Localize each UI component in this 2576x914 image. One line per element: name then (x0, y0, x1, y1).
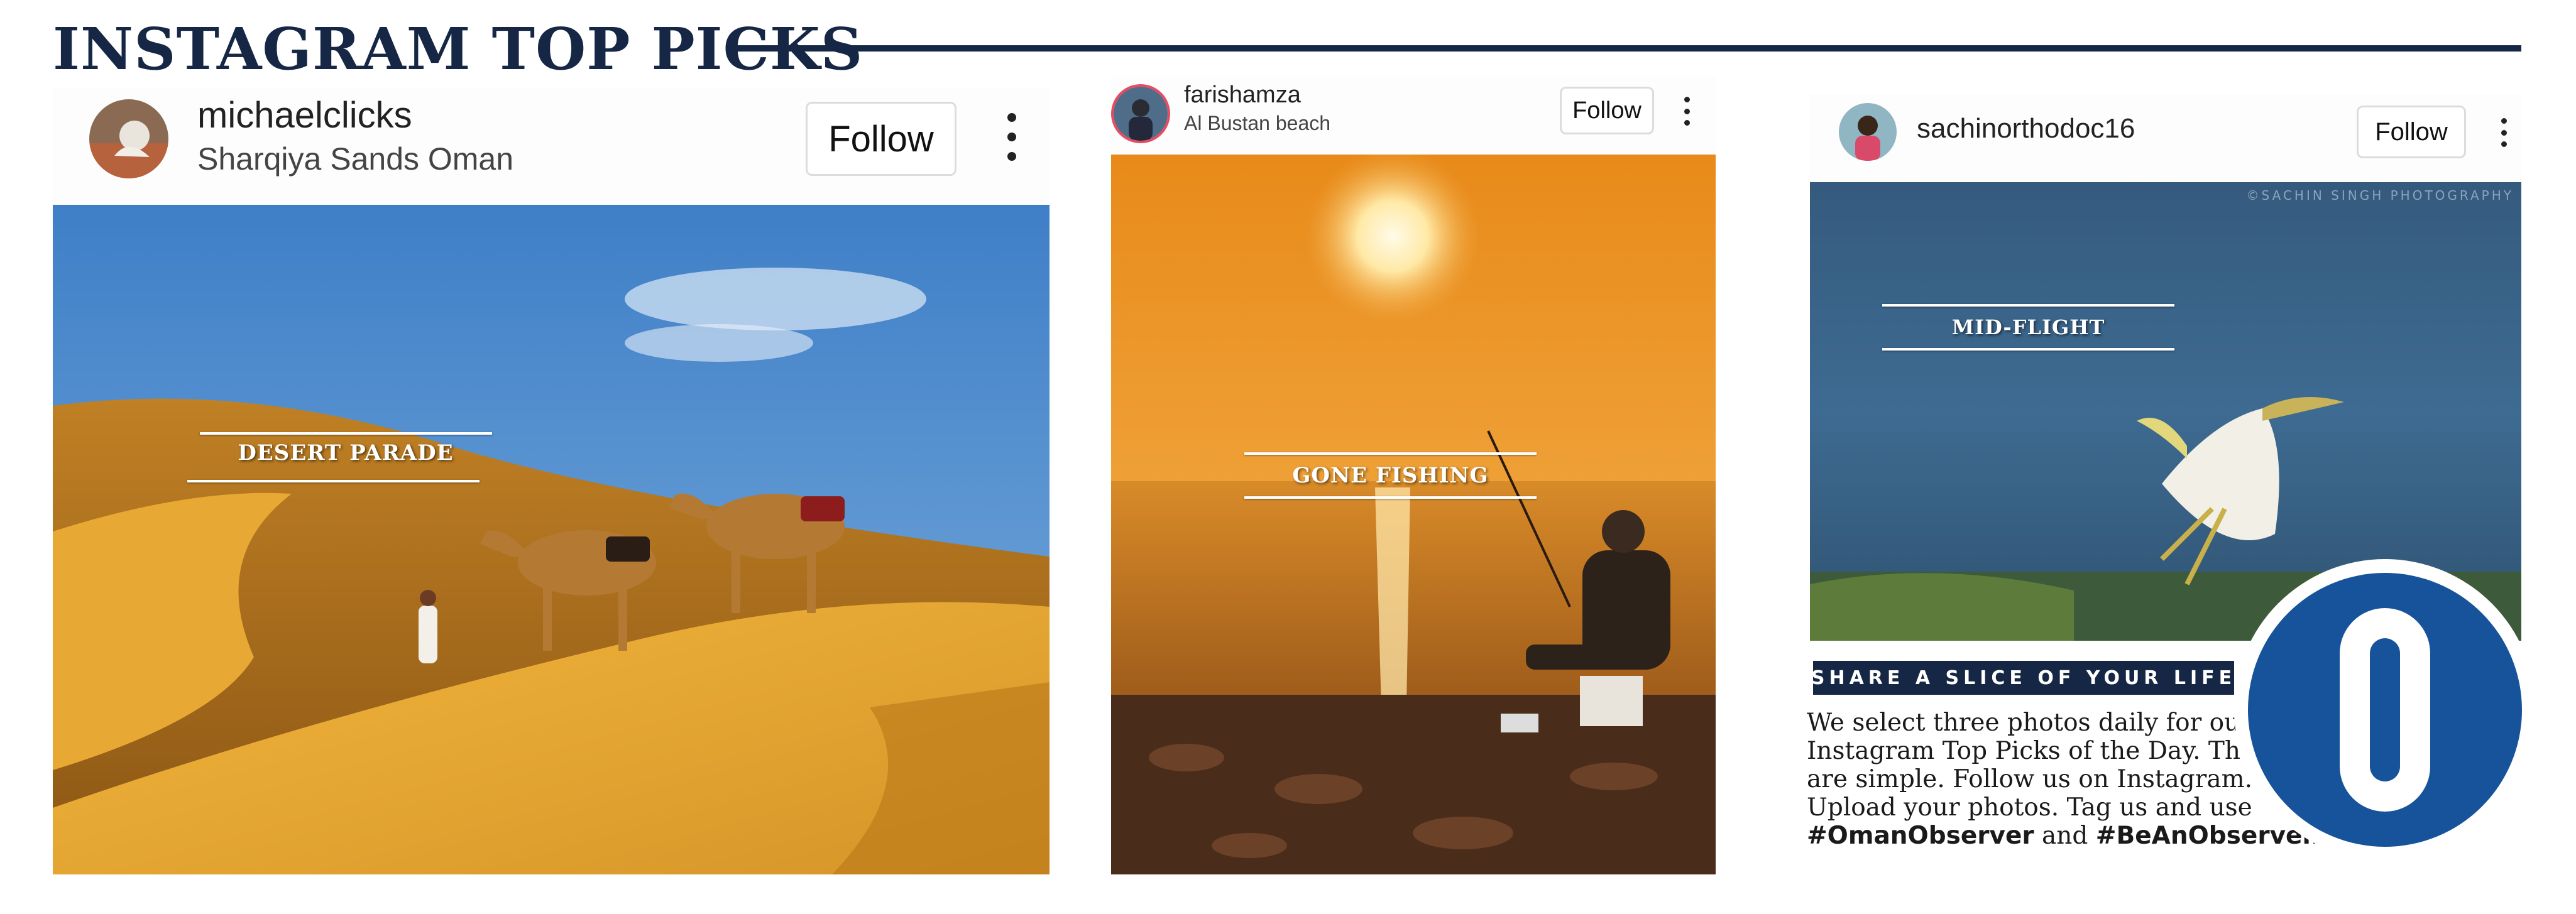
post-header-3: sachinorthodoc16 Follow (1809, 94, 2521, 182)
follow-button[interactable]: Follow (2357, 106, 2466, 158)
avatar-image (89, 99, 168, 178)
avatar-image (1114, 87, 1168, 141)
avatar[interactable] (89, 99, 168, 178)
location[interactable]: Al Bustan beach (1184, 112, 1330, 135)
oman-observer-logo-icon (2228, 553, 2542, 867)
location[interactable]: Sharqiya Sands Oman (197, 141, 513, 177)
photo-caption: DESERT PARADE (238, 440, 454, 465)
avatar[interactable] (1839, 103, 1897, 161)
follow-button[interactable]: Follow (806, 102, 956, 176)
post-photo-1 (53, 205, 1050, 874)
hashtag-oman-observer[interactable]: #OmanObserver (1807, 822, 2034, 850)
photo-caption: MID-FLIGHT (1951, 315, 2105, 339)
title-divider (734, 45, 2521, 52)
avatar-image (1839, 103, 1897, 161)
share-text-connector: and (2042, 822, 2088, 850)
follow-button[interactable]: Follow (1560, 87, 1654, 134)
follow-label: Follow (2375, 117, 2448, 146)
post-header-2: farishamza Al Bustan beach Follow (1111, 75, 1716, 155)
post-photo-2 (1111, 155, 1716, 874)
photo-watermark: ©SACHIN SINGH PHOTOGRAPHY (2247, 188, 2514, 203)
caption-rule-bottom (1244, 496, 1537, 499)
caption-rule-bottom (187, 480, 480, 482)
username[interactable]: michaelclicks (197, 94, 412, 136)
caption-rule-top (200, 432, 492, 435)
username[interactable]: farishamza (1184, 82, 1301, 109)
share-banner: SHARE A SLICE OF YOUR LIFE (1811, 661, 2234, 695)
avatar[interactable] (1111, 84, 1170, 143)
sunset-fishing-image (1111, 155, 1716, 874)
more-options-icon[interactable] (1683, 97, 1691, 126)
follow-label: Follow (1572, 97, 1642, 124)
follow-label: Follow (828, 118, 934, 160)
photo-caption: GONE FISHING (1292, 463, 1489, 488)
more-options-icon[interactable] (1006, 113, 1018, 161)
desert-camels-image (53, 205, 1050, 874)
caption-rule-top (1882, 304, 2174, 307)
caption-rule-bottom (1882, 348, 2174, 351)
post-header-1: michaelclicks Sharqiya Sands Oman Follow (53, 88, 1050, 205)
caption-rule-top (1244, 452, 1537, 455)
more-options-icon[interactable] (2500, 118, 2507, 147)
username[interactable]: sachinorthodoc16 (1917, 113, 2135, 144)
